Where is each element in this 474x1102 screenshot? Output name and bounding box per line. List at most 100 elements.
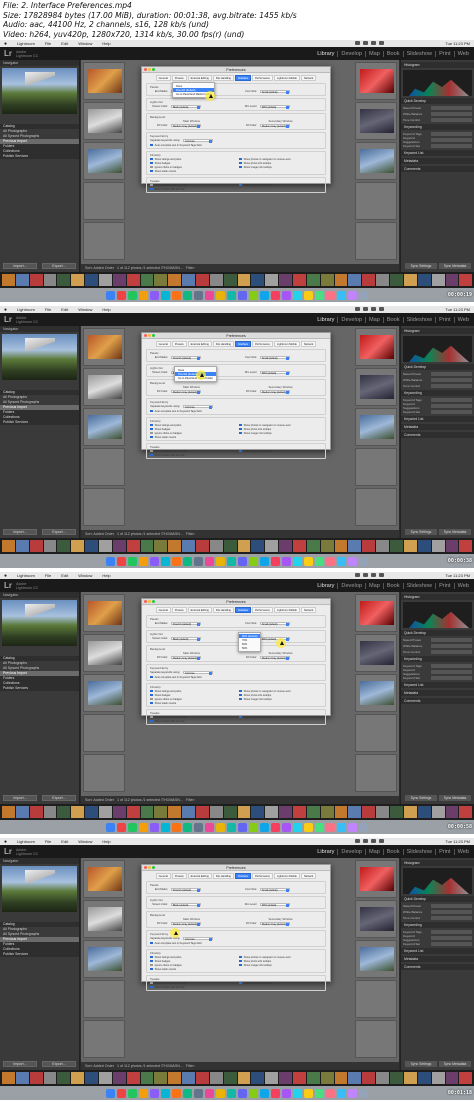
dock-app-icon[interactable] — [238, 290, 247, 300]
quick-row-field[interactable] — [431, 105, 472, 110]
filmstrip-thumbnail[interactable] — [306, 274, 320, 286]
filmstrip-thumbnail[interactable] — [293, 1072, 306, 1084]
filter-control[interactable]: Filter: — [186, 798, 195, 802]
grid-cell[interactable] — [355, 714, 397, 752]
checkbox-icon[interactable] — [150, 675, 153, 679]
fill-color-select[interactable]: Medium Gray (default) — [171, 921, 201, 926]
quick-row-field[interactable] — [431, 909, 472, 914]
filmstrip-thumbnail[interactable] — [112, 540, 126, 552]
tab-network[interactable]: Network — [300, 873, 317, 879]
publish-services-header[interactable]: Publish Services — [0, 154, 79, 159]
filmstrip-thumbnail[interactable] — [403, 806, 417, 818]
quick-row-field[interactable] — [431, 117, 472, 122]
tab-presets[interactable]: Presets — [171, 341, 187, 347]
separate-keywords-select[interactable]: Commas — [183, 138, 213, 143]
filmstrip-thumbnail[interactable] — [348, 274, 362, 286]
tab-general[interactable]: General — [155, 341, 171, 347]
dock-app-icon[interactable] — [304, 290, 313, 300]
filmstrip-thumbnail[interactable] — [445, 274, 459, 286]
tab-file-handling[interactable]: File Handling — [212, 873, 234, 879]
dock-app-icon[interactable] — [304, 822, 313, 832]
grid-cell[interactable] — [83, 634, 125, 672]
dock-app-icon[interactable] — [326, 556, 335, 566]
navigator-preview[interactable] — [2, 68, 77, 114]
photo-thumbnail[interactable] — [360, 601, 394, 625]
photo-thumbnail[interactable] — [88, 947, 122, 971]
tab-file-handling[interactable]: File Handling — [212, 607, 234, 613]
dock-app-icon[interactable] — [326, 290, 335, 300]
dock-app-icon[interactable] — [271, 1088, 280, 1098]
grid-cell[interactable] — [83, 408, 125, 446]
grid-cell[interactable] — [355, 980, 397, 1018]
filmstrip-thumbnail[interactable] — [223, 1072, 237, 1084]
module-library[interactable]: Library — [314, 583, 337, 589]
checkbox-icon[interactable] — [150, 157, 153, 161]
checkbox-icon[interactable] — [150, 161, 153, 165]
tab-interface[interactable]: Interface — [234, 607, 252, 613]
dim-level-select[interactable]: 80% (default) — [260, 636, 290, 641]
module-print[interactable]: Print — [435, 849, 454, 855]
grid-cell[interactable] — [355, 940, 397, 978]
checkbox-icon[interactable] — [239, 715, 242, 719]
tab-lightroom-mobile[interactable]: Lightroom Mobile — [273, 607, 300, 613]
module-slideshow[interactable]: Slideshow — [402, 317, 436, 323]
dock-app-icon[interactable] — [293, 290, 302, 300]
photo-thumbnail[interactable] — [88, 867, 122, 891]
checkbox-icon[interactable] — [150, 187, 153, 191]
filmstrip-thumbnail[interactable] — [376, 274, 390, 286]
filmstrip-thumbnail[interactable] — [71, 806, 85, 818]
module-develop[interactable]: Develop — [337, 849, 365, 855]
dock-app-icon[interactable] — [183, 822, 192, 832]
grid-cell[interactable] — [355, 102, 397, 140]
filmstrip-thumbnail[interactable] — [334, 274, 348, 286]
dock-app-icon[interactable] — [172, 290, 181, 300]
filmstrip-thumbnail[interactable] — [99, 806, 112, 818]
photo-thumbnail[interactable] — [360, 109, 394, 133]
photo-thumbnail[interactable] — [88, 907, 122, 931]
dock-app-icon[interactable] — [216, 290, 225, 300]
menu-file[interactable]: File — [45, 573, 51, 578]
filmstrip-thumbnail[interactable] — [293, 806, 306, 818]
publish-services-header[interactable]: Publish Services — [0, 420, 79, 425]
end-marks-select[interactable]: Flourish (default) — [171, 887, 201, 892]
grid-cell[interactable] — [83, 102, 125, 140]
keyword-field[interactable] — [431, 397, 472, 402]
histogram-header[interactable]: Histogram — [401, 860, 474, 866]
grid-cell[interactable] — [83, 488, 125, 526]
filmstrip-thumbnail[interactable] — [154, 274, 168, 286]
checkbox-icon[interactable] — [150, 143, 153, 147]
module-print[interactable]: Print — [435, 317, 454, 323]
filmstrip-thumbnail[interactable] — [140, 806, 154, 818]
sync-metadata-button[interactable]: Sync Metadata — [439, 795, 471, 801]
dock-app-icon[interactable] — [150, 1088, 159, 1098]
tab-general[interactable]: General — [155, 75, 171, 81]
navigator-preview[interactable] — [2, 334, 77, 380]
filmstrip-thumbnail[interactable] — [362, 806, 376, 818]
filmstrip-thumbnail[interactable] — [71, 1072, 85, 1084]
filmstrip-thumbnail[interactable] — [168, 540, 182, 552]
filmstrip-thumbnail[interactable] — [223, 274, 237, 286]
filmstrip-thumbnail[interactable] — [43, 1072, 57, 1084]
filmstrip-thumbnail[interactable] — [99, 274, 112, 286]
checkbox-icon[interactable] — [150, 453, 153, 457]
dock-app-icon[interactable] — [183, 290, 192, 300]
filmstrip-thumbnail[interactable] — [251, 806, 265, 818]
quick-develop-header[interactable]: Quick Develop — [401, 364, 474, 370]
grid-cell[interactable] — [83, 222, 125, 260]
keyword-field[interactable] — [431, 663, 472, 668]
menu-help[interactable]: Help — [102, 573, 110, 578]
dock-app-icon[interactable] — [150, 556, 159, 566]
dock-app-icon[interactable] — [128, 1088, 137, 1098]
dock-app-icon[interactable] — [139, 1088, 148, 1098]
filmstrip-thumbnail[interactable] — [403, 274, 417, 286]
dock-app-icon[interactable] — [282, 1088, 291, 1098]
filmstrip-thumbnail[interactable] — [320, 274, 334, 286]
filmstrip-thumbnail[interactable] — [140, 274, 154, 286]
close-icon[interactable] — [144, 866, 147, 869]
tab-external-editing[interactable]: External Editing — [187, 341, 212, 347]
comments-header[interactable]: Comments — [401, 698, 474, 704]
filmstrip-thumbnail[interactable] — [2, 274, 15, 286]
grid-cell[interactable] — [83, 368, 125, 406]
tab-interface[interactable]: Interface — [234, 75, 252, 81]
checkbox-icon[interactable] — [239, 183, 242, 187]
